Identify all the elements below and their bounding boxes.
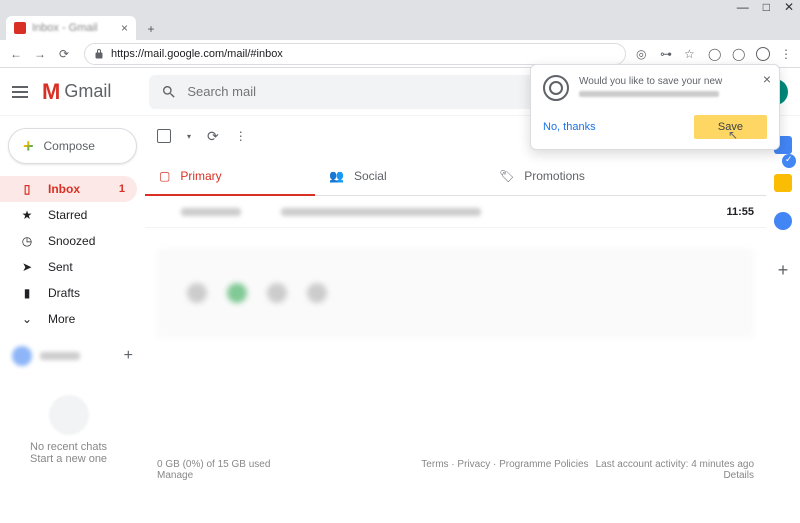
sidebar-item-label: Sent [48,260,73,274]
browser-extension-icons: ◎ ⊶ ☆ ◯ ◯ ⋮ [636,47,794,61]
hangouts-contact-row[interactable]: + [0,340,145,372]
subject-redacted [281,208,481,216]
browser-menu-icon[interactable]: ⋮ [780,47,794,61]
more-actions-icon[interactable]: ⋮ [235,129,247,143]
sidebar-item-snoozed[interactable]: ◷ Snoozed [0,228,137,254]
get-addons-icon[interactable]: + [778,260,789,281]
back-button[interactable]: ← [6,44,26,64]
select-all-checkbox[interactable] [157,129,171,143]
tab-primary[interactable]: ▢ Primary [145,156,315,195]
popup-detail-redacted [579,91,719,97]
sidebar-item-label: More [48,312,75,326]
search-icon [161,84,177,100]
file-icon: ▮ [20,286,34,300]
compose-button[interactable]: + Compose [8,128,137,164]
star-icon: ★ [20,208,34,222]
category-tabs: ▢ Primary 👥 Social 🏷 Promotions [145,156,766,196]
activity-text: Last account activity: 4 minutes ago [596,459,754,470]
search-box[interactable]: ▾ [149,75,549,109]
gmail-favicon [14,22,26,34]
plus-icon: + [23,136,34,157]
new-chat-icon[interactable]: + [124,347,133,365]
profile-icon[interactable] [756,47,770,61]
no-thanks-button[interactable]: No, thanks [543,121,596,133]
password-manager-icon [543,75,569,101]
footer-links[interactable]: Terms · Privacy · Programme Policies [331,459,595,481]
hangouts-line1: No recent chats [30,441,107,453]
search-input[interactable] [187,84,521,99]
hangouts-empty-state: No recent chats Start a new one [30,395,107,465]
sidebar-item-label: Inbox [48,182,80,196]
sidebar-item-inbox[interactable]: ▯ Inbox 1 [0,176,137,202]
tab-social[interactable]: 👥 Social [315,156,485,195]
tab-promotions[interactable]: 🏷 Promotions [485,156,655,195]
sidebar-item-sent[interactable]: ➤ Sent [0,254,137,280]
details-link[interactable]: Details [596,470,754,481]
contact-name-redacted [40,352,80,360]
tab-label: Social [354,169,387,183]
sender-redacted [181,208,241,216]
reload-button[interactable]: ⟳ [54,44,74,64]
tab-title: Inbox - Gmail [32,22,121,34]
popup-prompt-text: Would you like to save your new [579,75,722,88]
gmail-logo[interactable]: M Gmail [42,79,111,105]
contact-avatar [12,346,32,366]
select-dropdown-icon[interactable]: ▾ [187,132,191,141]
tasks-icon[interactable] [774,212,792,230]
window-titlebar: — □ ✕ [0,0,800,14]
close-popup-icon[interactable]: × [763,71,771,87]
side-panel: + [766,116,800,523]
browser-tab[interactable]: Inbox - Gmail × [6,16,136,40]
send-icon: ➤ [20,260,34,274]
gmail-wordmark: Gmail [64,81,111,102]
close-tab-icon[interactable]: × [121,21,128,35]
hangouts-line2[interactable]: Start a new one [30,453,107,465]
sidebar-item-label: Drafts [48,286,80,300]
mail-time: 11:55 [726,206,754,218]
maximize-button[interactable]: □ [763,0,770,14]
minimize-button[interactable]: — [737,0,749,14]
cursor-icon: ↖ [728,128,738,142]
extension-icon[interactable]: ◯ [732,47,746,61]
new-tab-button[interactable]: + [140,18,162,40]
tab-label: Promotions [524,169,585,183]
forward-button[interactable]: → [30,44,50,64]
inbox-icon: ▯ [20,182,34,196]
sidebar-item-label: Snoozed [48,234,95,248]
save-password-popup: × Would you like to save your new No, th… [530,64,780,150]
getting-started-card[interactable] [157,248,754,338]
extension-icon[interactable]: ◯ [708,47,722,61]
gmail-m-icon: M [42,79,60,105]
sidebar-item-more[interactable]: ⌄ More [0,306,137,332]
main-menu-icon[interactable] [12,82,32,102]
footer: 0 GB (0%) of 15 GB used Manage Terms · P… [157,459,754,481]
keep-icon[interactable] [774,174,792,192]
sidebar-item-drafts[interactable]: ▮ Drafts [0,280,137,306]
mail-row[interactable]: 11:55 [145,196,766,228]
star-icon[interactable]: ☆ [684,47,698,61]
refresh-button[interactable]: ⟳ [207,128,219,145]
lock-icon [93,48,105,60]
content-area: ▾ ⟳ ⋮ ▢ Primary 👥 Social 🏷 Promotions 11… [145,116,766,523]
manage-storage-link[interactable]: Manage [157,470,331,481]
browser-tabstrip: Inbox - Gmail × + [0,14,800,40]
inbox-count: 1 [119,183,125,195]
sidebar-item-label: Starred [48,208,87,222]
social-icon: 👥 [329,169,344,183]
close-window-button[interactable]: ✕ [784,0,794,14]
tab-label: Primary [180,169,221,183]
storage-text: 0 GB (0%) of 15 GB used [157,459,331,470]
extension-icon[interactable]: ◎ [636,47,650,61]
hangouts-icon [49,395,89,435]
chevron-down-icon: ⌄ [20,312,34,326]
sidebar-item-starred[interactable]: ★ Starred [0,202,137,228]
verified-badge-icon [782,154,796,168]
compose-label: Compose [44,139,95,153]
promotions-icon: 🏷 [499,169,514,183]
url-text: https://mail.google.com/mail/#inbox [111,48,283,60]
key-icon[interactable]: ⊶ [660,47,674,61]
clock-icon: ◷ [20,234,34,248]
primary-icon: ▢ [159,169,170,183]
address-bar[interactable]: https://mail.google.com/mail/#inbox [84,43,626,65]
